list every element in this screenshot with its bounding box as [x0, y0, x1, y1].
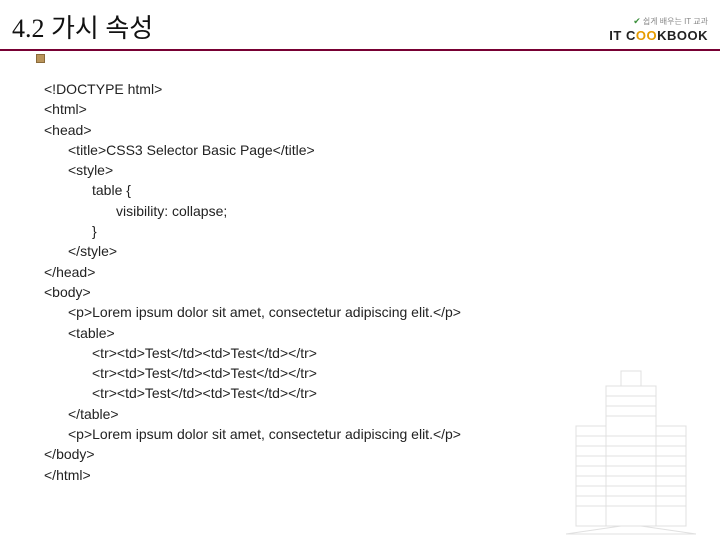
code-line: visibility: collapse; — [44, 201, 720, 221]
slide-header: 4.2 가시 속성 ✔쉽게 배우는 IT 교과 IT COOKBOOK — [0, 0, 720, 51]
check-icon: ✔ — [633, 16, 641, 26]
logo-tagline-text: 쉽게 배우는 IT 교과 — [643, 17, 708, 26]
building-illustration — [546, 366, 716, 536]
logo-tagline: ✔쉽게 배우는 IT 교과 — [609, 16, 708, 28]
code-line: table { — [44, 180, 720, 200]
logo-wordmark: IT COOKBOOK — [609, 28, 708, 45]
code-line: <html> — [44, 99, 720, 119]
code-line: </style> — [44, 241, 720, 261]
logo-part-pre: IT C — [609, 28, 636, 43]
code-line: <tr><td>Test</td><td>Test</td></tr> — [44, 343, 720, 363]
accent-row — [0, 53, 720, 63]
logo-part-post: KBOOK — [657, 28, 708, 43]
code-line: <title>CSS3 Selector Basic Page</title> — [44, 140, 720, 160]
code-line: </head> — [44, 262, 720, 282]
slide-title: 4.2 가시 속성 — [12, 8, 153, 45]
code-line: <table> — [44, 323, 720, 343]
code-line: <head> — [44, 120, 720, 140]
code-line: } — [44, 221, 720, 241]
code-line: <body> — [44, 282, 720, 302]
brand-logo: ✔쉽게 배우는 IT 교과 IT COOKBOOK — [609, 16, 708, 45]
code-line: <style> — [44, 160, 720, 180]
code-line: <!DOCTYPE html> — [44, 79, 720, 99]
accent-square-icon — [36, 54, 45, 63]
code-line: <p>Lorem ipsum dolor sit amet, consectet… — [44, 302, 720, 322]
logo-part-o2: O — [646, 28, 657, 43]
logo-part-o1: O — [636, 28, 647, 43]
